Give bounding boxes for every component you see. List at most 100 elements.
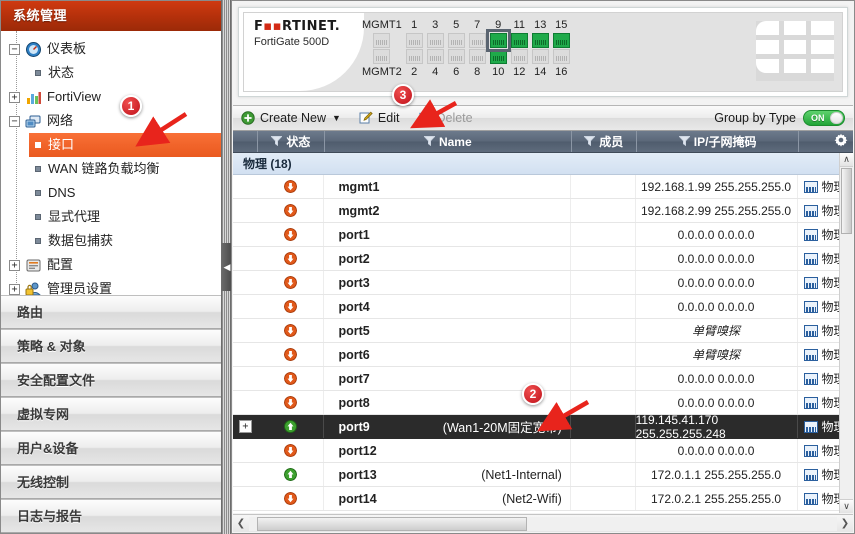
table-row[interactable]: port6 单臂嗅探 物理 xyxy=(233,343,853,367)
port-group-3[interactable]: 34 xyxy=(426,18,444,79)
edit-button[interactable]: Edit xyxy=(359,111,400,125)
sidebar-item-packet-capture[interactable]: 数据包捕获 xyxy=(1,229,222,253)
sidebar-item-status[interactable]: 状态 xyxy=(1,61,222,85)
port-jack-15[interactable] xyxy=(552,33,570,48)
cell-interface-name: port5 xyxy=(324,319,571,342)
table-row[interactable]: port14 (Net2-Wifi) 172.0.2.1 255.255.255.0… xyxy=(233,487,853,511)
expander-minus-icon[interactable]: − xyxy=(9,115,20,127)
port-jack-1[interactable] xyxy=(405,33,423,48)
chevron-down-icon[interactable]: ▼ xyxy=(332,113,341,123)
port-jack-MGMT2[interactable] xyxy=(373,49,391,64)
sidebar-item-fortiview[interactable]: + FortiView xyxy=(1,85,222,109)
table-row[interactable]: port1 0.0.0.0 0.0.0.0 物理 xyxy=(233,223,853,247)
device-widget: F▪▪RTINET. FortiGate 500D MGMT1 MGMT2 1 2 3 4… xyxy=(238,7,848,97)
expander-plus-icon[interactable]: + xyxy=(238,420,252,433)
table-row[interactable]: port5 单臂嗅探 物理 xyxy=(233,319,853,343)
create-new-button[interactable]: Create New ▼ xyxy=(241,111,341,125)
filter-funnel-icon[interactable] xyxy=(270,135,284,149)
horizontal-scroll-thumb[interactable] xyxy=(257,516,527,531)
table-horizontal-scrollbar[interactable]: ❮ ❯ xyxy=(233,514,853,532)
group-by-type-toggle[interactable]: ON xyxy=(803,110,845,126)
horizontal-scroll-track[interactable] xyxy=(249,516,837,531)
column-header-members[interactable]: 成员 xyxy=(572,131,637,152)
port-jack-8[interactable] xyxy=(468,49,486,64)
port-group-13[interactable]: 13 14 xyxy=(531,18,549,79)
scroll-left-button[interactable]: ❮ xyxy=(233,518,249,529)
sidebar-section-user-device[interactable]: 用户&设备 xyxy=(1,431,222,465)
nic-icon xyxy=(803,204,818,217)
filter-funnel-icon[interactable] xyxy=(583,135,596,149)
sidebar-item-config[interactable]: + 配置 xyxy=(1,253,222,277)
column-header-status[interactable]: 状态 xyxy=(258,131,325,152)
sidebar-item-label: 接口 xyxy=(48,137,75,152)
group-by-type-control[interactable]: Group by Type ON xyxy=(714,110,845,126)
status-icon-down xyxy=(258,343,325,366)
scroll-down-button[interactable]: ∨ xyxy=(840,499,853,513)
port-jack-6[interactable] xyxy=(447,49,465,64)
port-jack-13[interactable] xyxy=(531,33,549,48)
table-row[interactable]: mgmt1 192.168.1.99 255.255.255.0 物理 xyxy=(233,175,853,199)
row-expand-button[interactable]: + xyxy=(233,415,258,438)
column-header-ip-netmask[interactable]: IP/子网掩码 xyxy=(637,131,800,152)
expander-plus-icon[interactable]: + xyxy=(9,283,20,295)
port-group-1[interactable]: 12 xyxy=(405,18,423,79)
port-group-7[interactable]: 78 xyxy=(468,18,486,79)
port-jack-5[interactable] xyxy=(447,33,465,48)
port-jack-12[interactable] xyxy=(510,49,528,64)
port-jack-9[interactable] xyxy=(485,29,511,52)
cell-ip-netmask: 0.0.0.0 0.0.0.0 xyxy=(636,247,798,270)
port-jack-10[interactable] xyxy=(489,49,507,64)
table-row[interactable]: port3 0.0.0.0 0.0.0.0 物理 xyxy=(233,271,853,295)
expander-minus-icon[interactable]: − xyxy=(9,43,20,55)
sidebar-section-log-report[interactable]: 日志与报告 xyxy=(1,499,222,533)
table-row[interactable]: mgmt2 192.168.2.99 255.255.255.0 物理 xyxy=(233,199,853,223)
panel-splitter[interactable]: ◀ xyxy=(221,0,232,534)
table-row[interactable]: port13 (Net1-Internal) 172.0.1.1 255.255.2… xyxy=(233,463,853,487)
port-jack-7[interactable] xyxy=(468,33,486,48)
port-jack-2[interactable] xyxy=(405,49,423,64)
edit-label: Edit xyxy=(377,111,400,125)
sidebar-item-wan-link-load-balance[interactable]: WAN 链路负载均衡 xyxy=(1,157,222,181)
scroll-up-button[interactable]: ∧ xyxy=(840,153,853,167)
sidebar-section-vpn[interactable]: 虚拟专网 xyxy=(1,397,222,431)
sidebar-section-wifi-controller[interactable]: 无线控制 xyxy=(1,465,222,499)
port-group-MGMT1[interactable]: MGMT1 MGMT2 xyxy=(362,18,402,79)
cell-ip-netmask: 单臂嗅探 xyxy=(636,343,798,366)
sidebar-item-dns[interactable]: DNS xyxy=(1,181,222,205)
table-row[interactable]: port7 0.0.0.0 0.0.0.0 物理 xyxy=(233,367,853,391)
scroll-right-button[interactable]: ❯ xyxy=(837,518,853,529)
port-jack-16[interactable] xyxy=(552,49,570,64)
table-row[interactable]: port4 0.0.0.0 0.0.0.0 物理 xyxy=(233,295,853,319)
cell-interface-name: port13 (Net1-Internal) xyxy=(324,463,571,486)
expander-plus-icon[interactable]: + xyxy=(9,259,20,271)
port-group-9[interactable]: 9 10 xyxy=(485,18,511,79)
table-group-header[interactable]: 物理 (18) xyxy=(233,153,853,175)
port-label-top: 7 xyxy=(474,19,481,31)
sidebar-section-router[interactable]: 路由 xyxy=(1,295,222,329)
sidebar-section-policy-objects[interactable]: 策略 & 对象 xyxy=(1,329,222,363)
gear-icon[interactable] xyxy=(834,133,848,150)
column-settings-button[interactable] xyxy=(828,131,853,152)
interface-name-text: port5 xyxy=(338,323,370,338)
port-jack-3[interactable] xyxy=(426,33,444,48)
port-group-5[interactable]: 56 xyxy=(447,18,465,79)
sidebar-section-security-profiles[interactable]: 安全配置文件 xyxy=(1,363,222,397)
port-group-11[interactable]: 11 12 xyxy=(510,18,528,79)
sidebar-item-dashboard[interactable]: − 仪表板 xyxy=(1,37,222,61)
port-jack-MGMT1[interactable] xyxy=(373,33,391,48)
interface-name-text: port14 xyxy=(338,491,377,506)
table-row[interactable]: port2 0.0.0.0 0.0.0.0 物理 xyxy=(233,247,853,271)
device-faceplate: F▪▪RTINET. FortiGate 500D MGMT1 MGMT2 1 2 3 4… xyxy=(243,12,843,92)
port-jack-11[interactable] xyxy=(510,33,528,48)
sidebar-item-explicit-proxy[interactable]: 显式代理 xyxy=(1,205,222,229)
port-jack-14[interactable] xyxy=(531,49,549,64)
status-icon-down xyxy=(258,199,325,222)
group-by-type-label: Group by Type xyxy=(714,111,796,125)
port-jack-4[interactable] xyxy=(426,49,444,64)
vertical-scroll-thumb[interactable] xyxy=(841,168,852,234)
filter-funnel-icon[interactable] xyxy=(678,135,691,149)
interface-name-text: port4 xyxy=(338,299,370,314)
expander-plus-icon[interactable]: + xyxy=(9,91,20,103)
table-vertical-scrollbar[interactable]: ∧ ∨ xyxy=(839,153,853,513)
port-group-15[interactable]: 15 16 xyxy=(552,18,570,79)
